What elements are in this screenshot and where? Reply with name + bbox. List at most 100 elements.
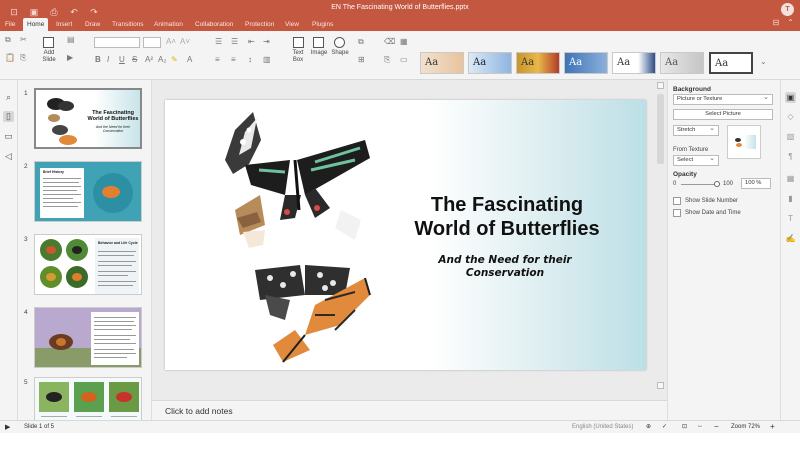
copy-icon[interactable]: ⧉ <box>5 35 11 45</box>
opacity-input[interactable]: 100 % <box>741 178 771 189</box>
comments-icon[interactable]: ▭ <box>3 131 14 142</box>
slideshow-start-icon[interactable]: ▶ <box>5 423 10 431</box>
highlight-icon[interactable]: ✎ <box>171 55 178 64</box>
user-avatar[interactable]: T <box>781 3 794 16</box>
tab-file[interactable]: File <box>5 18 15 31</box>
theme-6[interactable]: Aa <box>660 52 704 74</box>
color-scheme-icon[interactable]: ▦ <box>400 37 408 46</box>
language-icon[interactable]: ⊕ <box>646 423 651 430</box>
theme-4[interactable]: Aa <box>564 52 608 74</box>
image-settings-icon[interactable]: ▧ <box>785 131 796 142</box>
shape-button[interactable]: Shape <box>327 50 353 56</box>
scroll-up-button[interactable] <box>657 82 664 89</box>
bullets-icon[interactable]: ☰ <box>215 37 222 46</box>
italic-icon[interactable]: I <box>107 55 109 64</box>
zoom-level[interactable]: Zoom 72% <box>731 424 760 430</box>
font-color-icon[interactable]: A <box>187 55 192 64</box>
line-spacing-icon[interactable]: ↕ <box>248 55 252 64</box>
cut-icon[interactable]: ✂ <box>20 35 27 44</box>
tab-plugins[interactable]: Plugins <box>312 18 333 31</box>
table-settings-icon[interactable]: ▦ <box>785 173 796 184</box>
slide-subtitle[interactable]: And the Need for their Conservation <box>395 254 615 280</box>
opacity-track[interactable] <box>681 184 717 185</box>
tab-protection[interactable]: Protection <box>245 18 274 31</box>
fit-slide-icon[interactable]: ⊡ <box>682 423 687 430</box>
copy-style-icon[interactable]: ⎘ <box>384 55 390 65</box>
zoom-in-button[interactable]: + <box>770 422 775 431</box>
slide-thumb-5[interactable] <box>34 377 142 420</box>
fit-width-icon[interactable]: ↔ <box>697 423 703 429</box>
strikethrough-icon[interactable]: S <box>132 55 137 64</box>
theme-2[interactable]: Aa <box>468 52 512 74</box>
tab-home[interactable]: Home <box>23 18 49 31</box>
slides-icon[interactable]: ▯ <box>3 111 14 122</box>
increase-font-icon[interactable]: A˄ <box>166 37 176 46</box>
shape-icon[interactable] <box>334 37 345 48</box>
scroll-thumb[interactable] <box>657 94 664 164</box>
align-left-icon[interactable]: ≡ <box>215 55 220 64</box>
tab-animation[interactable]: Animation <box>154 18 183 31</box>
add-slide-icon[interactable] <box>43 37 54 48</box>
language-select[interactable]: English (United States) <box>572 424 633 430</box>
arrange-icon[interactable]: ⧉ <box>358 37 364 47</box>
zoom-out-button[interactable]: − <box>714 422 719 431</box>
show-date-time-checkbox[interactable] <box>673 209 681 217</box>
canvas-scrollbar[interactable] <box>657 82 665 397</box>
slide-thumb-1[interactable]: The Fascinating World of Butterflies And… <box>34 88 142 149</box>
tab-draw[interactable]: Draw <box>85 18 100 31</box>
decrease-font-icon[interactable]: A˅ <box>180 37 190 46</box>
decrease-indent-icon[interactable]: ⇤ <box>248 37 255 46</box>
chart-settings-icon[interactable]: ▮ <box>785 193 796 204</box>
paragraph-settings-icon[interactable]: ¶ <box>785 151 796 162</box>
layout-icon[interactable]: ▤ <box>67 35 75 44</box>
notes-area[interactable]: Click to add notes <box>152 400 667 420</box>
clear-style-icon[interactable]: ⌫ <box>384 37 395 46</box>
font-size-select[interactable] <box>143 37 161 48</box>
add-slide-button[interactable]: Add Slide <box>36 50 62 64</box>
collapse-ribbon-icon[interactable]: ⌃ <box>787 18 794 27</box>
format-painter-icon[interactable]: ⎘ <box>20 53 26 63</box>
stretch-select[interactable]: Stretch <box>673 124 719 136</box>
theme-3[interactable]: Aa <box>516 52 560 74</box>
textart-settings-icon[interactable]: T <box>785 213 796 224</box>
tab-transitions[interactable]: Transitions <box>112 18 144 31</box>
current-slide[interactable]: The Fascinating World of Butterflies And… <box>165 100 646 370</box>
numbering-icon[interactable]: ☰ <box>231 37 238 46</box>
tab-insert[interactable]: Insert <box>56 18 72 31</box>
texture-select[interactable]: Select <box>673 154 719 166</box>
align-objects-icon[interactable]: ⊞ <box>358 55 365 64</box>
bold-icon[interactable]: B <box>95 55 101 64</box>
increase-indent-icon[interactable]: ⇥ <box>263 37 270 46</box>
speaker-icon[interactable]: ◁ <box>3 151 14 162</box>
slide-settings-icon[interactable]: ▣ <box>785 92 796 103</box>
subscript-icon[interactable]: A₂ <box>158 55 166 64</box>
themes-more-icon[interactable]: ⌄ <box>760 57 767 66</box>
columns-icon[interactable]: ▥ <box>263 55 271 64</box>
slide-title[interactable]: The Fascinating World of Butterflies <box>377 193 637 241</box>
notes-placeholder[interactable]: Click to add notes <box>165 406 233 416</box>
slide-thumb-2[interactable]: Brief History <box>34 161 142 222</box>
fill-type-select[interactable]: Picture or Texture <box>673 93 773 105</box>
shape-settings-icon[interactable]: ◇ <box>785 111 796 122</box>
spellcheck-icon[interactable]: ✓ <box>662 423 667 430</box>
slideshow-icon[interactable]: ▶ <box>67 53 73 62</box>
open-location-icon[interactable]: ⊟ <box>773 18 780 27</box>
search-icon[interactable]: ⌕ <box>3 92 14 103</box>
opacity-slider-handle[interactable] <box>714 181 720 187</box>
superscript-icon[interactable]: A² <box>145 55 153 64</box>
theme-7[interactable]: Aa <box>709 52 753 74</box>
theme-5[interactable]: Aa <box>612 52 656 74</box>
scroll-down-button[interactable] <box>657 382 664 389</box>
show-slide-number-checkbox[interactable] <box>673 197 681 205</box>
slide-size-icon[interactable]: ▭ <box>400 55 408 64</box>
align-center-icon[interactable]: ≡ <box>231 55 236 64</box>
tab-view[interactable]: View <box>285 18 299 31</box>
font-name-select[interactable] <box>94 37 140 48</box>
tab-collaboration[interactable]: Collaboration <box>195 18 233 31</box>
slide-thumb-4[interactable] <box>34 307 142 368</box>
select-picture-button[interactable]: Select Picture <box>673 109 773 120</box>
text-box-icon[interactable] <box>293 37 304 48</box>
image-icon[interactable] <box>313 37 324 48</box>
theme-1[interactable]: Aa <box>420 52 464 74</box>
paste-icon[interactable]: 📋 <box>5 53 15 62</box>
